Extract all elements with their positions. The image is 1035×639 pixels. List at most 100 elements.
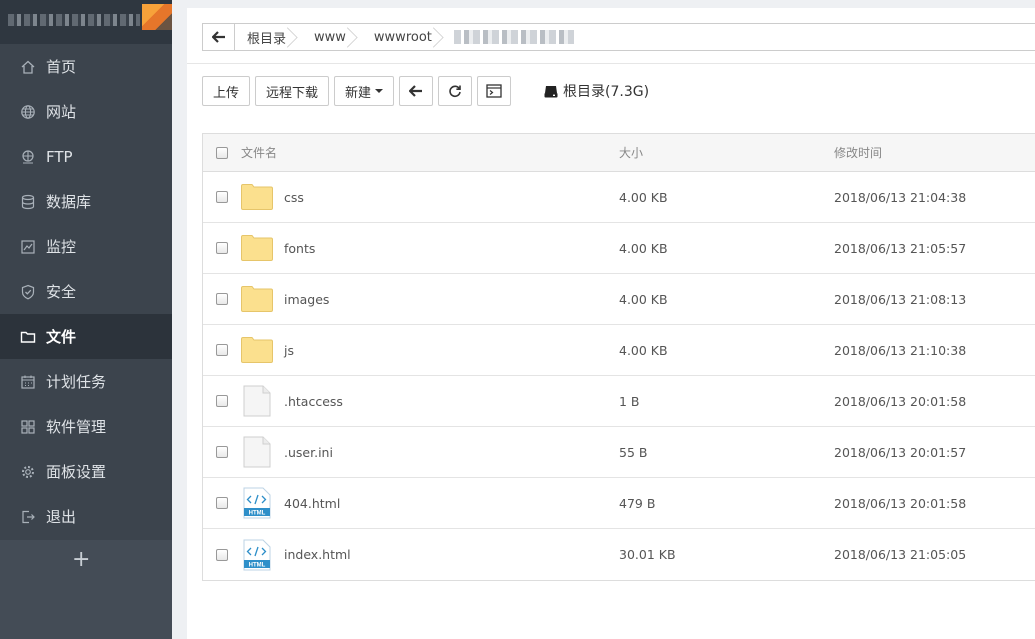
row-checkbox[interactable]: [216, 446, 228, 458]
refresh-icon: [449, 85, 461, 98]
row-checkbox[interactable]: [216, 191, 228, 203]
apps-icon: [20, 419, 36, 435]
row-check-cell: [203, 446, 241, 458]
file-size: 4.00 KB: [619, 342, 668, 358]
new-dropdown-button[interactable]: 新建: [334, 76, 395, 106]
sidebar-item-label: 面板设置: [46, 463, 107, 481]
file-size: 479 B: [619, 495, 656, 511]
table-row[interactable]: css 4.00 KB 2018/06/13 21:04:38: [203, 172, 1035, 223]
column-header-name[interactable]: 文件名: [241, 144, 619, 161]
sidebar-item-shield[interactable]: 安全: [0, 269, 172, 314]
add-icon[interactable]: +: [72, 548, 90, 572]
file-name-cell: HTML index.html: [241, 539, 619, 570]
caret-down-icon: [375, 89, 384, 93]
sidebar-item-ftp[interactable]: FTP: [0, 134, 172, 179]
file-name[interactable]: 404.html: [284, 496, 340, 511]
file-name[interactable]: images: [284, 292, 329, 307]
shield-icon: [20, 284, 36, 300]
sidebar-item-calendar[interactable]: 计划任务: [0, 359, 172, 404]
upload-button[interactable]: 上传: [202, 76, 251, 106]
arrow-left-icon: [409, 85, 423, 97]
back-button[interactable]: [399, 76, 434, 106]
sidebar-item-apps[interactable]: 软件管理: [0, 404, 172, 449]
row-checkbox[interactable]: [216, 395, 228, 407]
column-header-mtime[interactable]: 修改时间: [834, 144, 1035, 161]
calendar-icon: [20, 374, 36, 390]
file-mtime: 2018/06/13 21:05:05: [834, 547, 967, 562]
monitor-icon: [20, 239, 36, 255]
table-header: 文件名 大小 修改时间: [203, 134, 1035, 172]
sidebar-item-home[interactable]: 首页: [0, 44, 172, 89]
file-size: 1 B: [619, 393, 640, 409]
sidebar-item-label: 首页: [46, 58, 77, 76]
row-checkbox[interactable]: [216, 344, 228, 356]
breadcrumb-item-wwwroot[interactable]: wwwroot: [362, 24, 448, 50]
table-row[interactable]: images 4.00 KB 2018/06/13 21:08:13: [203, 274, 1035, 325]
table-row[interactable]: js 4.00 KB 2018/06/13 21:10:38: [203, 325, 1035, 376]
disk-label: 根目录(7.3G): [563, 84, 650, 100]
row-checkbox[interactable]: [216, 548, 228, 561]
row-checkbox[interactable]: [216, 242, 228, 254]
database-icon: [20, 194, 36, 210]
remote-download-button[interactable]: 远程下载: [255, 76, 330, 106]
table-row[interactable]: HTML 404.html 479 B 2018/06/13 20:01:58: [203, 478, 1035, 529]
breadcrumb-label: www: [314, 29, 346, 45]
sidebar-item-label: 软件管理: [46, 418, 107, 436]
file-icon: [241, 436, 273, 468]
file-name-cell: .user.ini: [241, 436, 619, 468]
file-name[interactable]: .user.ini: [284, 445, 333, 460]
file-manager-panel: 根目录 www wwwroot 上传 远程下载 新建 根目录(7.3G) 文件名: [187, 8, 1035, 639]
folder-icon: [241, 182, 273, 212]
row-checkbox[interactable]: [216, 497, 228, 509]
file-mtime: 2018/06/13 21:04:38: [834, 189, 967, 205]
ftp-icon: [20, 149, 36, 165]
refresh-button[interactable]: [438, 76, 473, 106]
breadcrumb-item-root[interactable]: 根目录: [235, 24, 302, 50]
file-mtime: 2018/06/13 20:01:58: [834, 495, 967, 511]
new-button-label: 新建: [345, 85, 372, 101]
sidebar-item-label: 安全: [46, 283, 77, 301]
file-size: 55 B: [619, 444, 648, 460]
brand-logo-icon: [142, 4, 172, 30]
column-header-size[interactable]: 大小: [619, 144, 834, 161]
terminal-button[interactable]: [477, 76, 512, 106]
row-check-cell: [203, 293, 241, 305]
hard-drive-icon: [544, 85, 558, 97]
file-name[interactable]: index.html: [284, 547, 351, 562]
breadcrumb: 根目录 www wwwroot: [202, 23, 1035, 51]
breadcrumb-item-www[interactable]: www: [302, 24, 362, 50]
sidebar-item-logout[interactable]: 退出: [0, 494, 172, 539]
select-all-checkbox[interactable]: [216, 146, 228, 159]
table-row[interactable]: fonts 4.00 KB 2018/06/13 21:05:57: [203, 223, 1035, 274]
sidebar-item-folder[interactable]: 文件: [0, 314, 172, 359]
sidebar-nav: 首页网站 FTP 数据库 监控安全文件计划任务软件管理面板设置退出: [0, 44, 172, 539]
row-checkbox[interactable]: [216, 293, 228, 305]
file-name[interactable]: css: [284, 190, 304, 205]
file-name-cell: .htaccess: [241, 385, 619, 417]
table-row[interactable]: .htaccess 1 B 2018/06/13 20:01:58: [203, 376, 1035, 427]
file-name[interactable]: fonts: [284, 241, 315, 256]
table-body: css 4.00 KB 2018/06/13 21:04:38 fonts 4.00 K…: [203, 172, 1035, 580]
sidebar-item-label: 计划任务: [46, 373, 107, 391]
terminal-icon: [486, 84, 502, 98]
row-check-cell: [203, 497, 241, 509]
sidebar-item-label: FTP: [46, 147, 73, 166]
table-row[interactable]: HTML index.html 30.01 KB 2018/06/13 21:05:0…: [203, 529, 1035, 580]
file-name[interactable]: js: [284, 343, 294, 358]
file-name-cell: js: [241, 335, 619, 365]
breadcrumb-label: wwwroot: [373, 29, 432, 45]
file-toolbar: 上传 远程下载 新建 根目录(7.3G): [202, 76, 649, 106]
row-check-cell: [203, 548, 241, 561]
sidebar-item-database[interactable]: 数据库: [0, 179, 172, 224]
sidebar-item-monitor[interactable]: 监控: [0, 224, 172, 269]
file-mtime: 2018/06/13 20:01:57: [834, 444, 967, 460]
path-back-button[interactable]: [203, 24, 235, 50]
file-name-cell: fonts: [241, 233, 619, 263]
file-name[interactable]: .htaccess: [284, 394, 343, 409]
file-mtime: 2018/06/13 20:01:58: [834, 393, 967, 409]
sidebar-item-globe[interactable]: 网站: [0, 89, 172, 134]
file-size: 4.00 KB: [619, 291, 668, 307]
brand-logo-text: [8, 14, 140, 26]
table-row[interactable]: .user.ini 55 B 2018/06/13 20:01:57: [203, 427, 1035, 478]
sidebar-item-gear[interactable]: 面板设置: [0, 449, 172, 494]
